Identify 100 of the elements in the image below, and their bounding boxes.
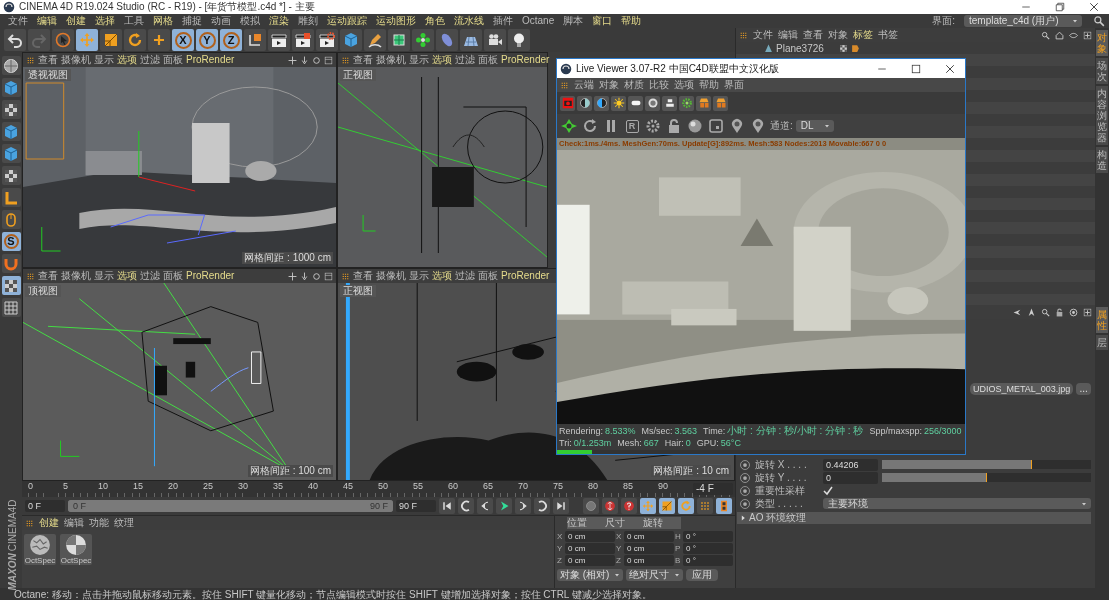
- menu-item[interactable]: 比较: [649, 79, 669, 91]
- menu-item[interactable]: 编辑: [37, 15, 57, 27]
- menu-item[interactable]: 雕刻: [298, 15, 318, 27]
- tool-button[interactable]: [662, 95, 677, 111]
- menu-item[interactable]: 流水线: [454, 15, 484, 27]
- side-tab[interactable]: 层: [1096, 335, 1108, 350]
- search-button[interactable]: [1091, 14, 1107, 28]
- control-button[interactable]: [644, 117, 662, 135]
- size-field[interactable]: 0 cm: [624, 543, 674, 554]
- value-field[interactable]: 0: [823, 471, 878, 484]
- control-button[interactable]: [560, 117, 578, 135]
- channel-dropdown[interactable]: DL: [795, 120, 834, 132]
- menu-item[interactable]: 帮助: [699, 79, 719, 91]
- menu-item[interactable]: ProRender: [186, 270, 235, 282]
- menu-item[interactable]: 材质: [624, 79, 644, 91]
- menu-item[interactable]: 查看: [38, 54, 58, 66]
- menu-item[interactable]: 查看: [803, 29, 823, 41]
- menu-item[interactable]: 窗口: [592, 15, 613, 27]
- tool-button[interactable]: [1, 56, 21, 75]
- control-button[interactable]: [707, 117, 725, 135]
- playback-button[interactable]: [439, 498, 455, 514]
- side-tab[interactable]: 构造: [1096, 147, 1108, 173]
- tool-button[interactable]: Z: [220, 29, 242, 51]
- menu-item[interactable]: 界面: [724, 79, 744, 91]
- menu-item[interactable]: 文件: [753, 29, 773, 41]
- menu-item[interactable]: 过滤: [140, 54, 160, 66]
- menu-item[interactable]: 捕捉: [182, 15, 202, 27]
- section-header[interactable]: AO 环境纹理: [737, 512, 1091, 524]
- menu-item[interactable]: 工具: [124, 15, 144, 27]
- start-frame-field[interactable]: 0 F: [25, 500, 65, 512]
- menu-item[interactable]: 运动图形: [376, 15, 416, 27]
- menu-item[interactable]: ProRender: [501, 270, 550, 282]
- tool-button[interactable]: [594, 95, 609, 111]
- slider-track[interactable]: [882, 473, 1091, 482]
- menu-item[interactable]: 过滤: [455, 270, 475, 282]
- value-field[interactable]: 0.44206: [823, 458, 878, 471]
- material-swatch[interactable]: OctSpec: [24, 534, 56, 565]
- checkbox[interactable]: [823, 485, 833, 496]
- apply-button[interactable]: 应用: [686, 569, 719, 581]
- tool-button[interactable]: [484, 29, 506, 51]
- rotation-field[interactable]: 0 °: [683, 555, 733, 566]
- menu-item[interactable]: 对象: [599, 79, 619, 91]
- tool-button[interactable]: [268, 29, 290, 51]
- object-row[interactable]: Plane3726: [736, 42, 1095, 54]
- menu-item[interactable]: 动画: [211, 15, 231, 27]
- side-tab[interactable]: 场次: [1096, 58, 1108, 84]
- playback-button[interactable]: [553, 498, 569, 514]
- tool-button[interactable]: [508, 29, 530, 51]
- tool-button[interactable]: Y: [196, 29, 218, 51]
- menu-item[interactable]: 模拟: [240, 15, 260, 27]
- tool-button[interactable]: [364, 29, 386, 51]
- menu-item[interactable]: 选择: [95, 15, 115, 27]
- type-dropdown[interactable]: 主要环境: [823, 498, 1091, 509]
- menu-item[interactable]: 摄像机: [376, 54, 406, 66]
- menu-item[interactable]: 过滤: [455, 54, 475, 66]
- menu-item[interactable]: 查看: [353, 54, 373, 66]
- tool-button[interactable]: [1, 166, 21, 185]
- menu-item[interactable]: 摄像机: [376, 270, 406, 282]
- menu-item[interactable]: 插件: [493, 15, 513, 27]
- menu-item[interactable]: 摄像机: [61, 270, 91, 282]
- control-button[interactable]: [686, 117, 704, 135]
- rotation-field[interactable]: 0 °: [683, 543, 733, 554]
- menu-item[interactable]: Octane: [522, 15, 555, 27]
- slider-track[interactable]: [882, 460, 1091, 469]
- tool-button[interactable]: [628, 95, 643, 111]
- menu-item[interactable]: ProRender: [186, 54, 235, 66]
- browse-button[interactable]: ...: [1076, 383, 1091, 395]
- tool-button[interactable]: X: [172, 29, 194, 51]
- mode-dropdown[interactable]: 对象 (相对): [557, 569, 624, 581]
- menu-item[interactable]: 渲染: [269, 15, 289, 27]
- menu-item[interactable]: 查看: [38, 270, 58, 282]
- menu-item[interactable]: 云端: [574, 79, 594, 91]
- menu-item[interactable]: 选项: [117, 270, 137, 282]
- position-field[interactable]: 0 cm: [565, 531, 615, 542]
- size-mode-dropdown[interactable]: 绝对尺寸: [626, 569, 684, 581]
- tool-button[interactable]: [1, 276, 21, 295]
- playback-button[interactable]: [496, 498, 512, 514]
- menu-item[interactable]: 功能: [89, 517, 109, 529]
- menu-item[interactable]: 帮助: [621, 15, 642, 27]
- playback-button[interactable]: [458, 498, 474, 514]
- menu-item[interactable]: 网格: [153, 15, 173, 27]
- menu-item[interactable]: 标签: [853, 29, 873, 41]
- layout-dropdown[interactable]: template_c4d (用户): [964, 15, 1082, 27]
- menu-item[interactable]: 创建: [66, 15, 86, 27]
- menu-item[interactable]: 面板: [478, 270, 498, 282]
- position-field[interactable]: 0 cm: [565, 555, 615, 566]
- tool-button[interactable]: [1, 100, 21, 119]
- menu-item[interactable]: 选项: [117, 54, 137, 66]
- menu-item[interactable]: 显示: [94, 270, 114, 282]
- control-button[interactable]: [581, 117, 599, 135]
- menu-item[interactable]: 面板: [163, 54, 183, 66]
- playback-button[interactable]: [477, 498, 493, 514]
- file-path-field[interactable]: UDIOS_METAL_003.jpg: [970, 383, 1074, 395]
- menu-item[interactable]: 过滤: [140, 270, 160, 282]
- menu-item[interactable]: 编辑: [778, 29, 798, 41]
- menu-item[interactable]: 脚本: [563, 15, 584, 27]
- menu-item[interactable]: 显示: [409, 54, 429, 66]
- end-frame-field[interactable]: 90 F: [396, 500, 436, 512]
- menu-item[interactable]: 角色: [425, 15, 445, 27]
- menu-item[interactable]: 面板: [163, 270, 183, 282]
